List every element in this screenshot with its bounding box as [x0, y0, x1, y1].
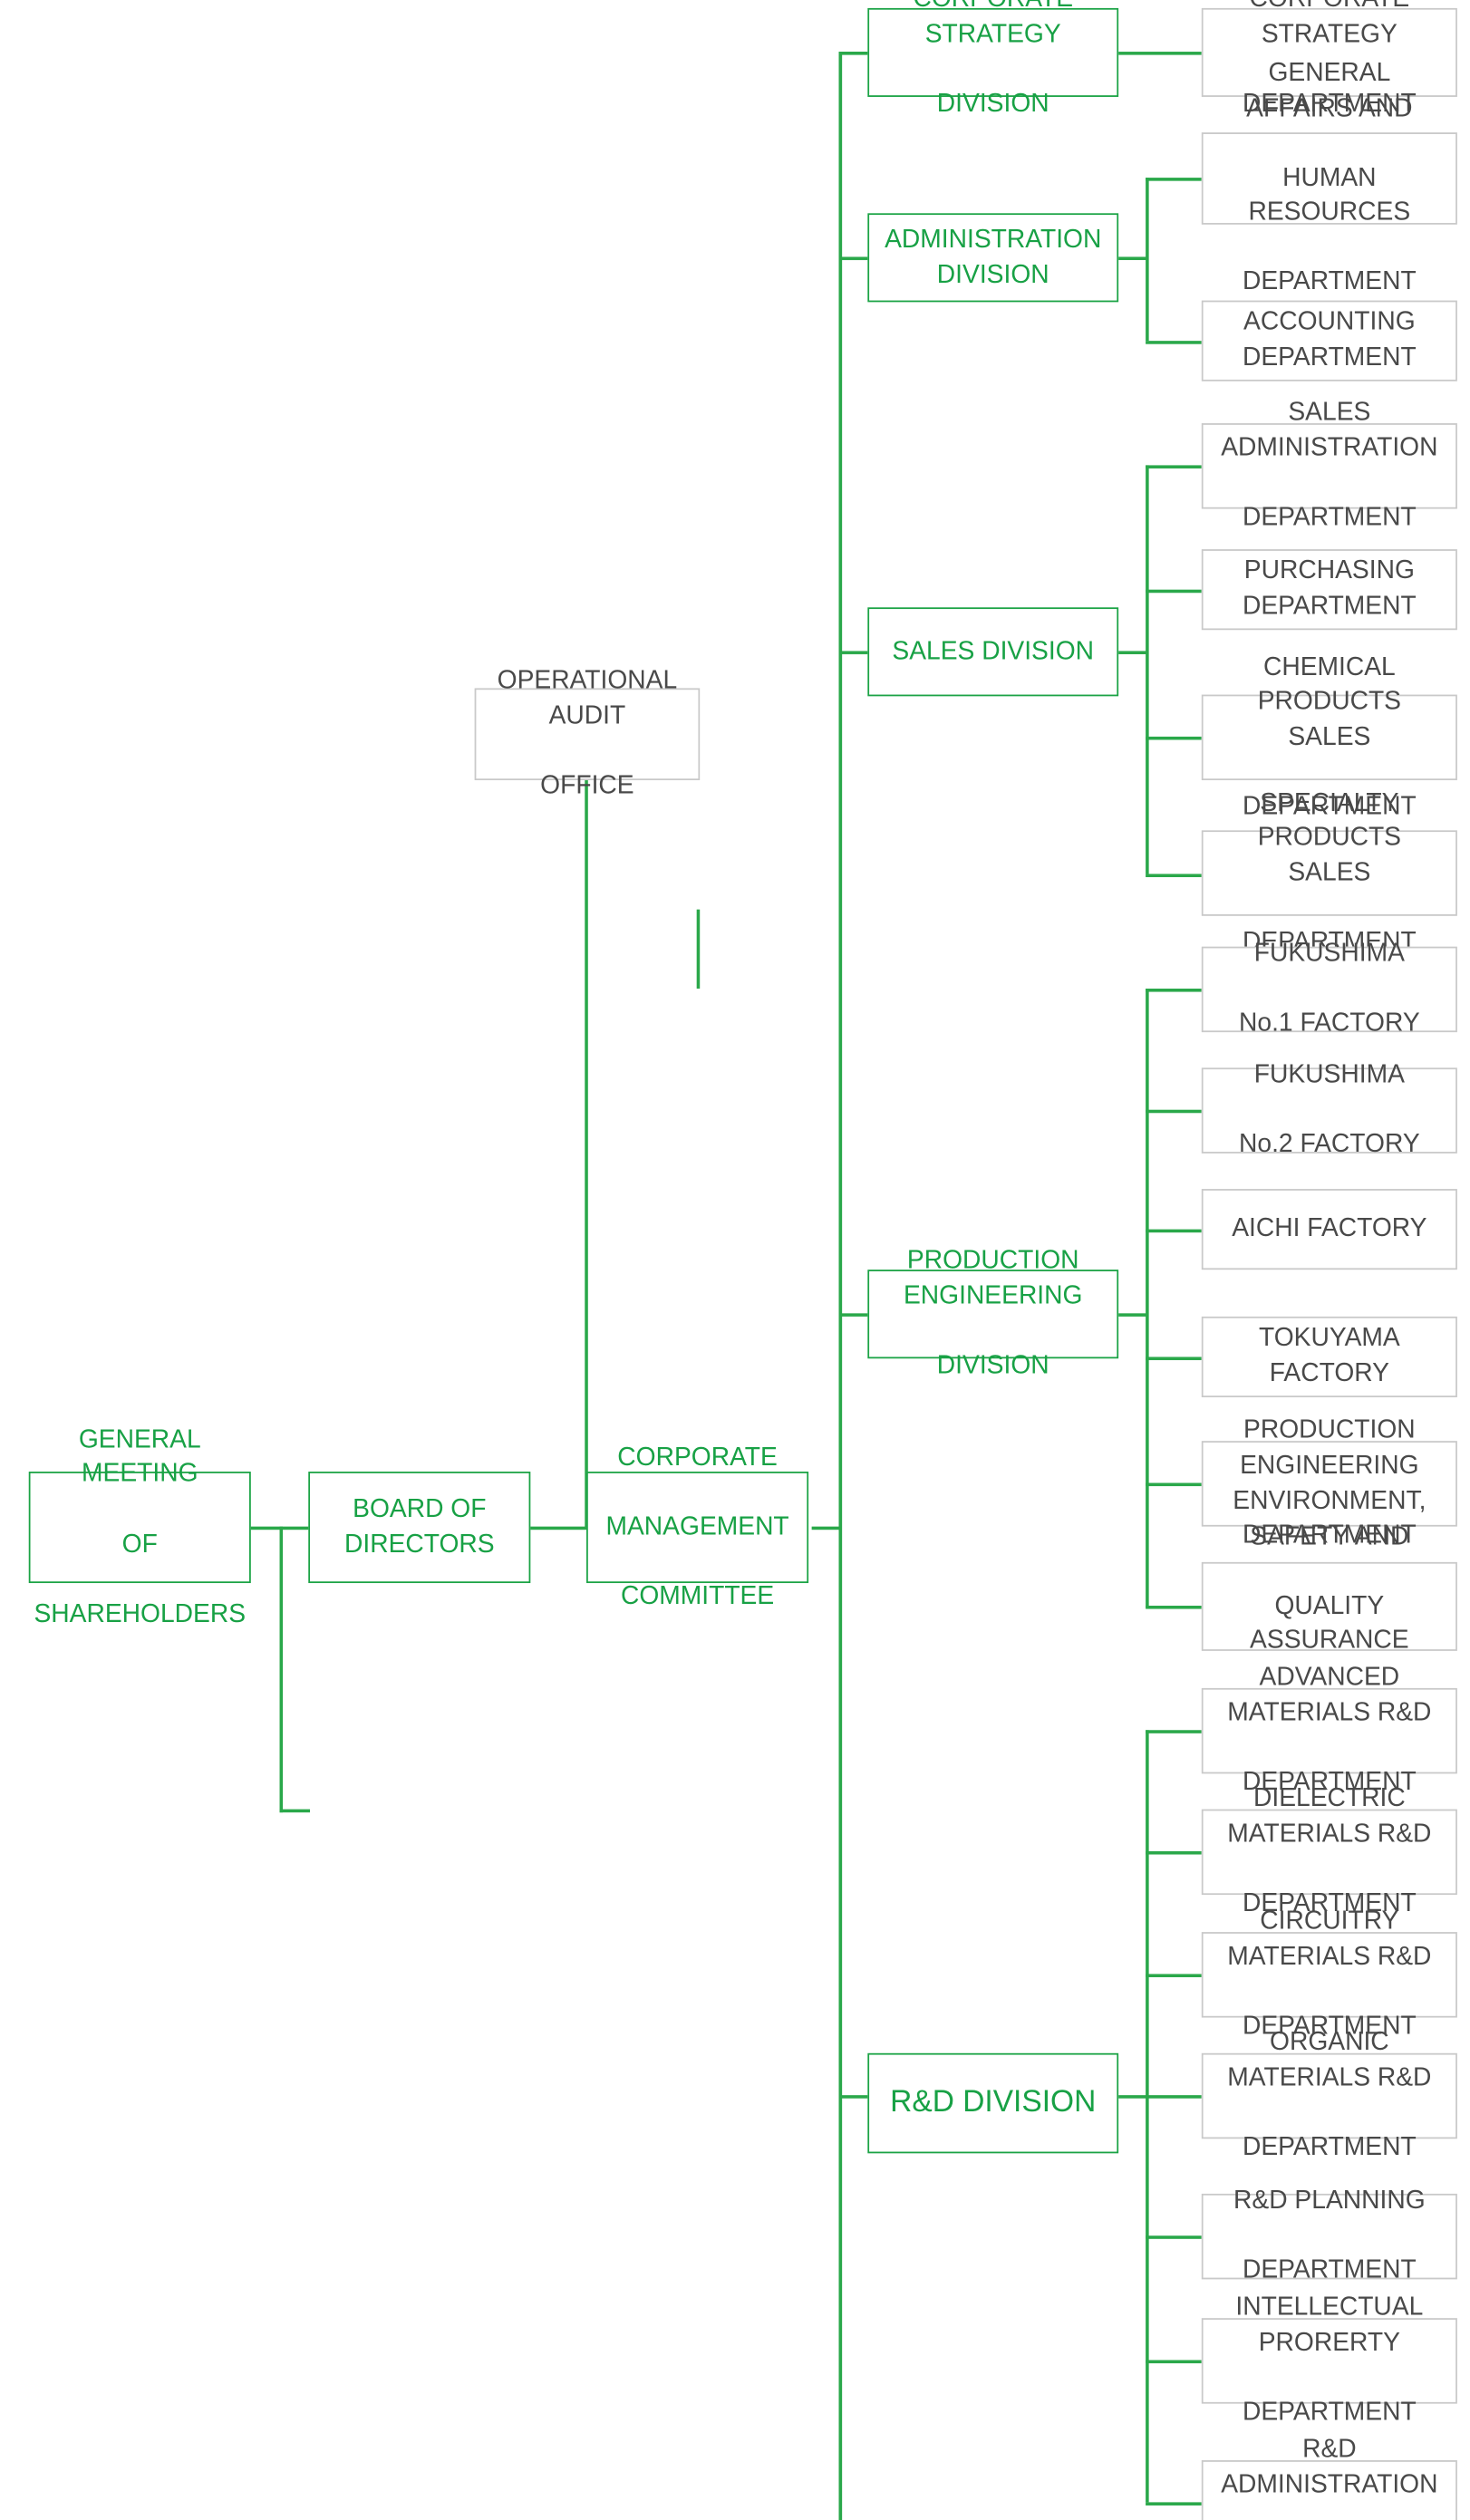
department-label-rd-planning-department: R&D PLANNING DEPARTMENT: [1233, 2187, 1426, 2285]
division-label-rd-division: R&D DIVISION: [890, 2085, 1097, 2120]
department-box-organic-materials-rd-department[interactable]: ORGANIC MATERIALS R&D DEPARTMENT: [1201, 2030, 1457, 2161]
connector-to-dielectric-materials-rd-department: [1146, 1850, 1202, 1855]
connector-trunk-administration-division: [838, 256, 868, 261]
corporate-management-committee-box[interactable]: CORPORATE MANAGEMENT COMMITTEE: [586, 1443, 809, 1610]
department-label-sales-administration-department: SALES ADMINISTRATION DEPARTMENT: [1221, 399, 1438, 532]
general-meeting-of-shareholders-box[interactable]: GENERAL MEETING OF SHAREHOLDERS: [28, 1426, 251, 1627]
connector-board-management: [528, 1526, 587, 1530]
department-box-intellectual-prorerty-department[interactable]: INTELLECTUAL PRORERTY DEPARTMENT: [1201, 2294, 1457, 2427]
operational-audit-office-label: OPERATIONAL AUDIT OFFICE: [497, 667, 678, 800]
department-box-tokuyama-factory[interactable]: TOKUYAMA FACTORY: [1201, 1316, 1457, 1398]
connector-to-organic-materials-rd-department: [1146, 2095, 1202, 2099]
connector-trunk-rd-division: [838, 2095, 868, 2099]
connector-administration-division-spine: [1146, 178, 1149, 342]
department-label-advanced-materials-rd-department: ADVANCED MATERIALS R&D DEPARTMENT: [1227, 1664, 1432, 1797]
connector-to-production-engineering-department: [1146, 1482, 1202, 1487]
department-label-tokuyama-factory: TOKUYAMA FACTORY: [1259, 1325, 1400, 1388]
connector-administration-division-out: [1118, 256, 1147, 261]
connector-to-aichi-factory: [1146, 1229, 1202, 1233]
department-label-purchasing-department: PURCHASING DEPARTMENT: [1242, 557, 1417, 621]
connector-production-engineering-division-out: [1118, 1313, 1147, 1317]
department-box-fukushima-no1-factory[interactable]: FUKUSHIMA No.1 FACTORY: [1201, 941, 1457, 1038]
department-box-specialty-products-sales-department[interactable]: SPECIALTY PRODUCTS SALES DEPARTMENT: [1201, 789, 1457, 956]
board-of-directors-box[interactable]: BOARD OF DIRECTORS: [308, 1472, 531, 1584]
connector-trunk-production-engineering-division: [838, 1313, 868, 1317]
connector-to-environment-safety-department: [1146, 1605, 1202, 1609]
connector-to-chemical-products-sales-department: [1146, 736, 1202, 740]
connector-drop-to-audit-committee: [279, 1526, 284, 1813]
connector-to-specialty-products-sales-department: [1146, 874, 1202, 878]
department-box-purchasing-department[interactable]: PURCHASING DEPARTMENT: [1201, 549, 1457, 631]
department-box-chemical-products-sales-department[interactable]: CHEMICAL PRODUCTS SALES DEPARTMENT: [1201, 653, 1457, 820]
connector-to-accounting-department: [1146, 341, 1202, 344]
department-box-circuitry-materials-rd-department[interactable]: CIRCUITRY MATERIALS R&D DEPARTMENT: [1201, 1908, 1457, 2041]
department-box-dielectric-materials-rd-department[interactable]: DIELECTRIC MATERIALS R&D DEPARTMENT: [1201, 1785, 1457, 1917]
connector-management-trunk: [811, 1526, 841, 1530]
connector-to-fukushima-no1-factory: [1146, 989, 1202, 992]
connector-to-general-affairs-department: [1146, 178, 1202, 181]
operational-audit-office-box[interactable]: OPERATIONAL AUDIT OFFICE: [474, 668, 701, 800]
corporate-management-committee-label: CORPORATE MANAGEMENT COMMITTEE: [605, 1443, 789, 1611]
connector-to-advanced-materials-rd-department: [1146, 1730, 1202, 1733]
division-box-sales-division[interactable]: SALES DIVISION: [867, 607, 1119, 697]
organization-chart: GENERAL MEETING OF SHAREHOLDERS BOARD OF D…: [0, 0, 1470, 2520]
connector-trunk-corporate-strategy-division: [838, 52, 868, 55]
connector-rd-division-out: [1118, 2095, 1147, 2099]
connector-sales-division-out: [1118, 651, 1147, 654]
department-box-fukushima-no2-factory[interactable]: FUKUSHIMA No.2 FACTORY: [1201, 1061, 1457, 1159]
department-box-accounting-department[interactable]: ACCOUNTING DEPARTMENT: [1201, 300, 1457, 381]
division-box-corporate-strategy-division[interactable]: CORPORATE STRATEGYDIVISION: [867, 0, 1119, 118]
division-box-administration-division[interactable]: ADMINISTRATION DIVISION: [867, 213, 1119, 303]
division-label-sales-division: SALES DIVISION: [892, 637, 1095, 665]
connector-to-circuitry-materials-rd-department: [1146, 1974, 1202, 1978]
division-label-administration-division: ADMINISTRATION DIVISION: [885, 226, 1102, 289]
department-label-general-affairs-and-human-resources-department: GENERAL AFFAIRS AND HUMAN RESOURCES DEPART…: [1242, 59, 1417, 297]
connector-to-purchasing-department: [1146, 589, 1202, 594]
department-label-accounting-department: ACCOUNTING DEPARTMENT: [1242, 309, 1417, 372]
department-box-environment-safety-and-quality-assurance-department[interactable]: ENVIRONMENT, SAFETY AND QUALITY ASSURANCE…: [1201, 1488, 1457, 1724]
connector-corporate-strategy-division-to-department: [1118, 52, 1202, 55]
department-label-fukushima-no1-factory: FUKUSHIMA No.1 FACTORY: [1239, 940, 1420, 1038]
department-box-rd-administration-department[interactable]: R&D ADMINISTRATIONDEPARTMENT: [1201, 2437, 1457, 2520]
department-box-general-affairs-and-human-resources-department[interactable]: GENERAL AFFAIRS AND HUMAN RESOURCES DEPART…: [1201, 60, 1457, 296]
connector-operational-audit-down: [585, 777, 588, 1529]
connector-to-rd-planning-department: [1146, 2235, 1202, 2239]
connector-into-audit-committee: [279, 1809, 311, 1813]
department-label-specialty-products-sales-department: SPECIALTY PRODUCTS SALES DEPARTMENT: [1242, 788, 1417, 957]
department-label-circuitry-materials-rd-department: CIRCUITRY MATERIALS R&D DEPARTMENT: [1227, 1907, 1432, 2041]
connector-to-sales-administration-department: [1146, 465, 1202, 468]
connector-management-sustainability: [696, 909, 701, 990]
department-label-aichi-factory: AICHI FACTORY: [1232, 1214, 1427, 1243]
department-box-sales-administration-department[interactable]: SALES ADMINISTRATION DEPARTMENT: [1201, 400, 1457, 532]
department-box-aichi-factory[interactable]: AICHI FACTORY: [1201, 1189, 1457, 1270]
department-label-organic-materials-rd-department: ORGANIC MATERIALS R&D DEPARTMENT: [1227, 2029, 1432, 2162]
connector-production-engineering-division-spine: [1146, 989, 1149, 1608]
connector-trunk-sales-division: [838, 651, 868, 654]
department-box-rd-planning-department[interactable]: R&D PLANNING DEPARTMENT: [1201, 2187, 1457, 2284]
department-label-rd-administration-department: R&D ADMINISTRATIONDEPARTMENT: [1221, 2436, 1438, 2499]
department-label-dielectric-materials-rd-department: DIELECTRIC MATERIALS R&D DEPARTMENT: [1227, 1785, 1432, 1918]
connector-to-tokuyama-factory: [1146, 1357, 1202, 1361]
department-label-fukushima-no2-factory: FUKUSHIMA No.2 FACTORY: [1239, 1061, 1420, 1159]
division-box-rd-division[interactable]: R&D DIVISION: [867, 2052, 1119, 2154]
department-label-intellectual-prorerty-department: INTELLECTUAL PRORERTY DEPARTMENT: [1235, 2293, 1424, 2427]
division-label-corporate-strategy-division: CORPORATE STRATEGYDIVISION: [913, 0, 1073, 119]
connector-to-fukushima-no2-factory: [1146, 1109, 1202, 1114]
connector-sales-division-spine: [1146, 465, 1149, 874]
division-box-production-engineering-division[interactable]: PRODUCTION ENGINEERING DIVISION: [867, 1248, 1119, 1380]
connector-to-rd-administration-department: [1146, 2502, 1202, 2506]
division-label-production-engineering-division: PRODUCTION ENGINEERING DIVISION: [903, 1247, 1083, 1380]
general-meeting-of-shareholders-label: GENERAL MEETING OF SHAREHOLDERS: [34, 1425, 247, 1628]
connector-to-intellectual-prorerty-department: [1146, 2360, 1202, 2364]
connector-rd-division-spine: [1146, 1730, 1149, 2503]
connector-division-trunk: [838, 52, 843, 2520]
department-box-advanced-materials-rd-department[interactable]: ADVANCED MATERIALS R&D DEPARTMENT: [1201, 1665, 1457, 1797]
board-of-directors-label: BOARD OF DIRECTORS: [343, 1495, 495, 1559]
